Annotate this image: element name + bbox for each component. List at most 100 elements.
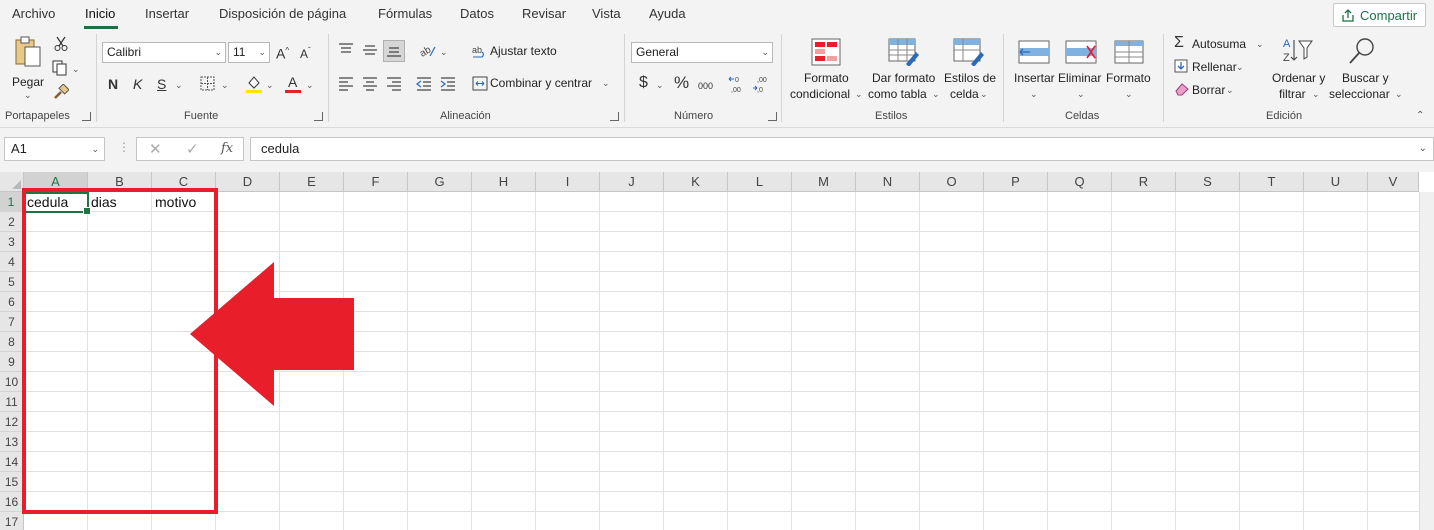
underline-button[interactable]: S [157, 76, 166, 92]
merge-center-button[interactable]: Combinar y centrar ⌄ [472, 75, 614, 93]
number-launcher-icon[interactable] [768, 112, 777, 121]
column-header-s[interactable]: S [1176, 172, 1240, 192]
format-cells-button[interactable]: Formato ⌄ [1104, 38, 1154, 104]
paste-button[interactable]: Pegar ⌄ [8, 36, 48, 104]
tab-ayuda[interactable]: Ayuda [649, 6, 686, 21]
column-header-n[interactable]: N [856, 172, 920, 192]
underline-dropdown-icon[interactable]: ⌄ [175, 80, 183, 91]
cell-styles-button[interactable]: Estilos de celda ⌄ [942, 38, 996, 104]
copy-dropdown-icon[interactable]: ⌄ [72, 64, 80, 75]
row-header-7[interactable]: 7 [0, 312, 24, 332]
collapse-ribbon-icon[interactable]: ⌃ [1416, 110, 1424, 121]
drag-handle-icon[interactable]: ⋮ [118, 140, 130, 154]
cut-icon[interactable] [54, 36, 68, 52]
column-header-d[interactable]: D [216, 172, 280, 192]
tab-revisar[interactable]: Revisar [522, 6, 566, 21]
row-header-17[interactable]: 17 [0, 512, 24, 530]
format-as-table-button[interactable]: Dar formato como tabla ⌄ [868, 38, 940, 104]
row-header-11[interactable]: 11 [0, 392, 24, 412]
row-header-4[interactable]: 4 [0, 252, 24, 272]
increase-indent-icon[interactable] [440, 77, 456, 91]
align-middle-icon[interactable] [362, 43, 378, 57]
sort-filter-button[interactable]: AZ Ordenar y filtrar ⌄ [1270, 36, 1328, 104]
borders-dropdown-icon[interactable]: ⌄ [221, 80, 229, 91]
autosum-button[interactable]: Σ Autosuma ⌄ [1172, 35, 1268, 53]
select-all-button[interactable] [0, 172, 24, 192]
column-header-m[interactable]: M [792, 172, 856, 192]
row-header-10[interactable]: 10 [0, 372, 24, 392]
formula-input[interactable]: cedula ⌄ [250, 137, 1434, 161]
alignment-launcher-icon[interactable] [610, 112, 619, 121]
tab-archivo[interactable]: Archivo [12, 6, 55, 21]
decrease-decimal-icon[interactable]: ,00,0 [752, 74, 770, 94]
borders-icon[interactable] [200, 76, 215, 91]
row-header-1[interactable]: 1 [0, 192, 24, 212]
row-header-16[interactable]: 16 [0, 492, 24, 512]
currency-dropdown-icon[interactable]: ⌄ [656, 80, 664, 91]
column-header-u[interactable]: U [1304, 172, 1368, 192]
font-color-dropdown-icon[interactable]: ⌄ [306, 80, 314, 91]
column-header-j[interactable]: J [600, 172, 664, 192]
tab-vista[interactable]: Vista [592, 6, 621, 21]
increase-decimal-icon[interactable]: 0,00 [728, 74, 746, 94]
row-header-3[interactable]: 3 [0, 232, 24, 252]
vertical-scrollbar[interactable] [1419, 192, 1434, 530]
orientation-dropdown-icon[interactable]: ⌄ [440, 47, 448, 58]
font-color-icon[interactable]: A [284, 74, 302, 94]
column-header-r[interactable]: R [1112, 172, 1176, 192]
orientation-icon[interactable]: ab [418, 42, 436, 58]
column-header-e[interactable]: E [280, 172, 344, 192]
wrap-text-button[interactable]: ab Ajustar texto [472, 43, 572, 61]
delete-cells-button[interactable]: Eliminar ⌄ [1058, 38, 1104, 104]
column-header-h[interactable]: H [472, 172, 536, 192]
column-header-l[interactable]: L [728, 172, 792, 192]
bold-button[interactable]: N [108, 76, 118, 92]
column-header-k[interactable]: K [664, 172, 728, 192]
name-box[interactable]: A1 ⌄ [4, 137, 105, 161]
tab-inicio[interactable]: Inicio [85, 6, 115, 21]
row-header-5[interactable]: 5 [0, 272, 24, 292]
tab-formulas[interactable]: Fórmulas [378, 6, 432, 21]
clear-button[interactable]: Borrar ⌄ [1172, 81, 1242, 99]
column-header-o[interactable]: O [920, 172, 984, 192]
font-size-select[interactable]: 11 ⌄ [228, 42, 270, 63]
insert-function-icon[interactable]: fx [221, 141, 233, 156]
align-center-icon[interactable] [362, 77, 378, 91]
increase-font-icon[interactable]: A^ [276, 43, 289, 62]
row-header-2[interactable]: 2 [0, 212, 24, 232]
currency-format-button[interactable]: $ [639, 75, 648, 91]
tab-datos[interactable]: Datos [460, 6, 494, 21]
fill-color-dropdown-icon[interactable]: ⌄ [266, 80, 274, 91]
column-header-i[interactable]: I [536, 172, 600, 192]
decrease-font-icon[interactable]: Aˇ [300, 43, 311, 62]
column-header-g[interactable]: G [408, 172, 472, 192]
column-header-t[interactable]: T [1240, 172, 1304, 192]
number-format-select[interactable]: General ⌄ [631, 42, 773, 63]
align-left-icon[interactable] [338, 77, 354, 91]
clipboard-launcher-icon[interactable] [82, 112, 91, 121]
align-right-icon[interactable] [386, 77, 402, 91]
italic-button[interactable]: K [133, 76, 142, 92]
align-top-icon[interactable] [338, 43, 354, 57]
font-name-select[interactable]: Calibri ⌄ [102, 42, 226, 63]
row-header-14[interactable]: 14 [0, 452, 24, 472]
column-header-f[interactable]: F [344, 172, 408, 192]
row-header-8[interactable]: 8 [0, 332, 24, 352]
column-header-p[interactable]: P [984, 172, 1048, 192]
align-bottom-button[interactable] [383, 40, 405, 62]
fill-button[interactable]: Rellenar ⌄ [1172, 58, 1252, 76]
row-header-13[interactable]: 13 [0, 432, 24, 452]
column-header-v[interactable]: V [1368, 172, 1419, 192]
copy-icon[interactable] [52, 60, 68, 76]
row-header-6[interactable]: 6 [0, 292, 24, 312]
conditional-format-button[interactable]: Formato condicional ⌄ [788, 38, 864, 104]
insert-cells-button[interactable]: Insertar ⌄ [1012, 38, 1056, 104]
thousands-format-button[interactable]: 000 [698, 78, 713, 94]
confirm-icon[interactable]: ✓ [186, 140, 199, 158]
share-button[interactable]: Compartir [1333, 3, 1426, 27]
expand-formula-bar-icon[interactable]: ⌄ [1419, 138, 1427, 160]
row-header-15[interactable]: 15 [0, 472, 24, 492]
percent-format-button[interactable]: % [674, 74, 689, 91]
cancel-icon[interactable]: ✕ [149, 140, 162, 158]
font-launcher-icon[interactable] [314, 112, 323, 121]
